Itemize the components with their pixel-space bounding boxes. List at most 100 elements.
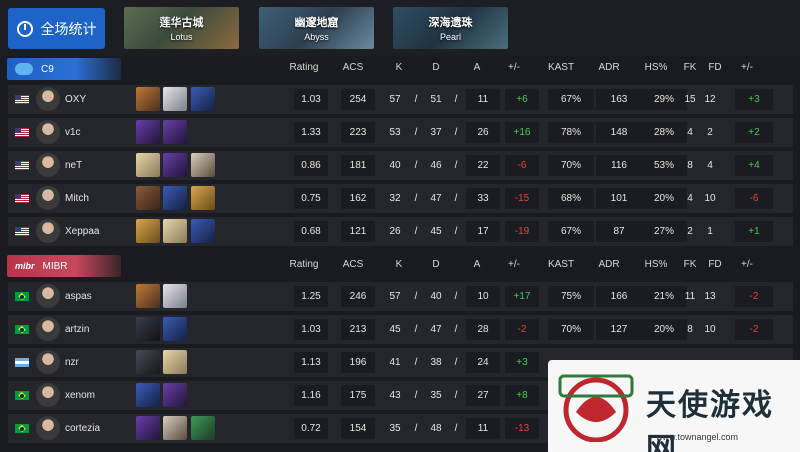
player-name: xenom xyxy=(65,390,96,401)
player-row[interactable]: artzin 1.03 213 28 -2 70% 127 20% 45/47/8 10 -2 xyxy=(8,315,793,344)
orange-agent-icon xyxy=(136,284,160,308)
player-name: Xeppaa xyxy=(65,226,100,237)
column-header: FD xyxy=(708,62,722,73)
green-agent-icon xyxy=(191,416,215,440)
column-header: HS% xyxy=(644,259,668,270)
stat-a: 17 xyxy=(466,221,500,242)
white-agent-icon xyxy=(163,87,187,111)
stat-sep2: / xyxy=(454,226,458,237)
stat-acs: 181 xyxy=(341,155,375,176)
player-row[interactable]: aspas 1.25 246 10 +17 75% 166 21% 57/40/11 13 -2 xyxy=(8,282,793,311)
purple-agent-icon xyxy=(163,153,187,177)
stat-adr: 163 xyxy=(596,89,642,110)
stat-a: 33 xyxy=(466,188,500,209)
purple-agent-icon xyxy=(163,120,187,144)
map-tab-cn-label: 莲华古城 xyxy=(159,17,204,29)
map-tab-lotus[interactable]: 莲华古城 Lotus xyxy=(124,7,239,49)
column-header: FD xyxy=(708,259,722,270)
column-header: +/- xyxy=(741,259,753,270)
stat-pm: -13 xyxy=(505,418,539,439)
player-avatar xyxy=(36,186,60,210)
player-row[interactable]: Xeppaa 0.68 121 17 -19 67% 87 27% 26/45/2 1 +1 xyxy=(8,217,793,246)
player-row[interactable]: neT 0.86 181 22 -6 70% 116 53% 40/46/8 4 +4 xyxy=(8,151,793,180)
watermark-logo-icon xyxy=(558,374,634,442)
flag-br-icon xyxy=(15,424,29,433)
stat-sep2: / xyxy=(454,324,458,335)
stat-kast: 70% xyxy=(548,155,594,176)
column-header: A xyxy=(473,62,481,73)
stat-adr: 148 xyxy=(596,122,642,143)
column-header: ACS xyxy=(342,259,364,270)
hat-agent-icon xyxy=(191,153,215,177)
stat-rating: 1.03 xyxy=(294,89,328,110)
stat-a: 11 xyxy=(466,89,500,110)
team-name-pill: C9 xyxy=(7,58,121,80)
stat-a: 26 xyxy=(466,122,500,143)
player-avatar xyxy=(36,219,60,243)
stat-d: 48 xyxy=(430,423,442,434)
stats-icon xyxy=(16,20,33,37)
stat-acs: 121 xyxy=(341,221,375,242)
stat-fk: 2 xyxy=(687,226,693,237)
map-tab-pearl[interactable]: 深海遗珠 Pearl xyxy=(393,7,508,49)
stat-pm: +16 xyxy=(505,122,539,143)
player-name: neT xyxy=(65,160,83,171)
player-row[interactable]: OXY 1.03 254 11 +6 67% 163 29% 57/51/15 12 +3 xyxy=(8,85,793,114)
column-header: D xyxy=(432,62,440,73)
stat-d: 46 xyxy=(430,160,442,171)
brown-agent-icon xyxy=(136,186,160,210)
player-avatar xyxy=(36,120,60,144)
team-name: C9 xyxy=(41,63,54,75)
team-name-pill: mibr MIBR xyxy=(7,255,121,277)
stat-sep2: / xyxy=(454,193,458,204)
all-stats-button[interactable]: 全场统计 xyxy=(8,8,105,49)
stat-sep2: / xyxy=(454,423,458,434)
player-row[interactable]: Mitch 0.75 162 33 -15 68% 101 20% 32/47/4 10 -6 xyxy=(8,184,793,213)
column-header: FK xyxy=(683,62,697,73)
stat-fk-plusminus: -6 xyxy=(735,188,773,209)
player-row[interactable]: v1c 1.33 223 26 +16 78% 148 28% 53/37/4 2 +2 xyxy=(8,118,793,147)
stat-acs: 246 xyxy=(341,286,375,307)
watermark-url: www.townangel.com xyxy=(656,432,739,442)
map-tab-abyss[interactable]: 幽邃地窟 Abyss xyxy=(259,7,374,49)
stat-kast: 70% xyxy=(548,319,594,340)
mibr-logo-icon: mibr xyxy=(15,261,35,271)
stat-rating: 0.72 xyxy=(294,418,328,439)
stat-sep1: / xyxy=(414,291,418,302)
top-bar: 全场统计 莲华古城 Lotus 幽邃地窟 Abyss 深海遗珠 Pearl xyxy=(0,0,800,56)
stat-sep2: / xyxy=(454,357,458,368)
stat-d: 40 xyxy=(430,291,442,302)
stat-rating: 1.33 xyxy=(294,122,328,143)
stat-acs: 223 xyxy=(341,122,375,143)
stat-d: 51 xyxy=(430,94,442,105)
stat-fk: 8 xyxy=(687,324,693,335)
stat-pm: +3 xyxy=(505,352,539,373)
dark-agent-icon xyxy=(136,350,160,374)
player-avatar xyxy=(36,153,60,177)
stat-adr: 87 xyxy=(596,221,642,242)
blue-agent-icon xyxy=(191,87,215,111)
stat-sep1: / xyxy=(414,226,418,237)
stat-acs: 213 xyxy=(341,319,375,340)
stat-acs: 196 xyxy=(341,352,375,373)
stat-acs: 154 xyxy=(341,418,375,439)
stat-sep2: / xyxy=(454,390,458,401)
stat-fk-plusminus: +3 xyxy=(735,89,773,110)
stat-k: 35 xyxy=(389,423,401,434)
team-header-row: mibr MIBR Rating ACS K D A +/- KAST ADR HS% FK FD +/- xyxy=(0,255,800,277)
stat-k: 41 xyxy=(389,357,401,368)
orange-agent-icon xyxy=(136,87,160,111)
stat-fk-plusminus: +4 xyxy=(735,155,773,176)
stat-kast: 67% xyxy=(548,89,594,110)
team-header-row: C9 Rating ACS K D A +/- KAST ADR HS% FK FD +/- xyxy=(0,58,800,80)
masked-agent-icon xyxy=(136,317,160,341)
stat-pm: +17 xyxy=(505,286,539,307)
stat-sep1: / xyxy=(414,193,418,204)
stat-fk-plusminus: -2 xyxy=(735,286,773,307)
stat-kast: 78% xyxy=(548,122,594,143)
stat-d: 47 xyxy=(430,193,442,204)
stat-acs: 162 xyxy=(341,188,375,209)
stat-sep1: / xyxy=(414,390,418,401)
stat-acs: 175 xyxy=(341,385,375,406)
stat-sep1: / xyxy=(414,423,418,434)
